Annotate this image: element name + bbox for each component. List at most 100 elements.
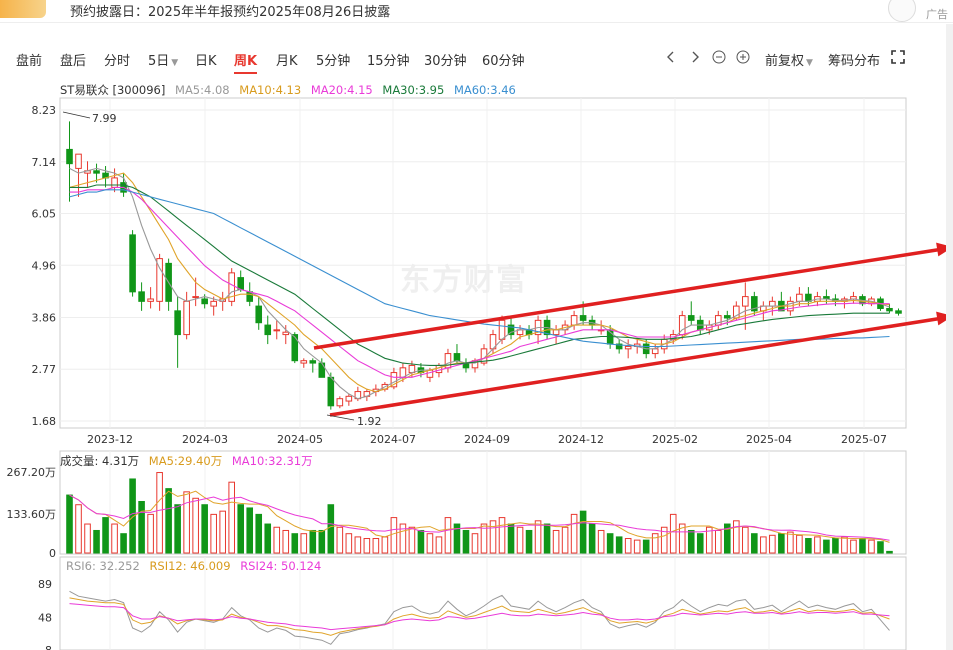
candle-down [255,305,263,324]
x-tick-label: 2025-04 [746,433,792,446]
x-tick-label: 2024-03 [182,433,228,446]
rsi6-value: RSI6: 32.252 [66,559,140,573]
volume-bar-up [156,472,163,554]
volume-bar-up [345,533,353,554]
volume-bar-down [507,523,515,554]
low-pointer [326,414,355,421]
volume-legend: 成交量: 4.31万 MA5:29.40万 MA10:32.31万 [60,453,319,469]
volume-bar-up [733,520,740,554]
rsi-axis-label: 8 [45,644,52,650]
volume-bar-down [93,529,100,554]
volume-bar-up [444,517,452,554]
candle-up [498,319,506,340]
candle-up [345,395,353,402]
volume-bar-up [633,539,641,554]
volume-bar-up [336,526,344,554]
volume-bar-down [696,533,704,554]
volume-bar-down [327,504,335,554]
volume-ma5: MA5:29.40万 [148,454,223,468]
ma20-line [69,186,890,378]
volume-bar-up [624,538,632,554]
scrollbar[interactable] [946,24,953,650]
candle-down [886,307,893,312]
volume-bar-up [300,533,308,554]
low-annotation: 1.92 [357,415,382,428]
candle-up [192,296,199,299]
candle-up [273,329,281,332]
candle-up [183,300,190,336]
candle-up [300,360,308,364]
volume-bar-up [868,539,875,554]
volume-axis-label: 133.60万 [7,508,57,521]
rsi-axis-label: 48 [38,611,52,624]
volume-bar-down [642,539,650,554]
volume-bar-down [165,488,172,554]
volume-bar-up [796,534,803,554]
y-tick-label: 3.86 [32,311,57,324]
rsi-legend: RSI6: 32.252 RSI12: 46.009 RSI24: 50.124 [66,559,327,573]
x-tick-label: 2024-09 [464,433,510,446]
candle-down [264,324,272,336]
y-tick-label: 8.23 [32,104,57,117]
candle-up [75,153,82,169]
volume-bar-down [462,529,470,554]
volume-bar-up [769,534,776,554]
candle-down [579,315,587,321]
candle-down [174,310,181,336]
rsi24-line [69,603,890,631]
y-tick-label: 6.05 [32,208,57,221]
rsi24-value: RSI24: 50.124 [240,559,322,573]
volume-bar-up [354,536,362,554]
volume-bar-down [264,523,272,554]
volume-bar-up [651,533,659,554]
candle-down [687,315,695,321]
volume-bar-up [742,526,749,554]
y-tick-label: 1.68 [32,415,57,428]
volume-bar-down [805,538,812,554]
volume-bar-down [832,538,839,554]
volume-bar-up [192,497,199,554]
kline-chart[interactable]: 8.23 7.14 6.05 4.96 3.86 2.77 1.68 2023-12 2024… [0,0,953,650]
ma5-line [69,167,890,400]
volume-bar-up [228,481,235,554]
volume-axis-label: 267.20万 [7,466,57,479]
candle-up [111,177,118,188]
volume-bar-up [850,539,857,554]
volume-bar-down [309,529,317,554]
candle-down [895,310,902,314]
volume-bar-up [498,517,506,554]
x-tick-label: 2025-07 [841,433,887,446]
volume-bar-up [210,513,217,554]
volume-bar-up [111,523,118,554]
volume-bar-down [751,533,758,554]
volume-bar-down [102,517,109,554]
volume-bar-down [588,523,596,554]
candle-up [742,296,749,307]
volume-bar-up [183,491,190,554]
candle-up [769,300,776,307]
candle-down [66,148,73,165]
volume-bar-up [381,536,389,554]
candle-down [723,315,731,319]
volume-bar-up [669,513,677,554]
volume-bar-up [363,538,371,554]
volume-bar-down [859,538,866,554]
x-tick-label: 2024-12 [558,433,604,446]
volume-bar-down [120,533,127,554]
candle-up [552,329,560,336]
volume-bar-down [579,510,587,554]
volume-bar-down [823,539,830,554]
volume-ma10: MA10:32.31万 [231,454,313,468]
rsi12-line [69,597,890,636]
candle-down [129,234,136,293]
volume-bar-up [471,533,479,554]
candle-up [570,315,578,326]
y-tick-label: 4.96 [32,259,57,272]
volume-bar-up [841,536,848,554]
volume-bar-down [417,529,425,554]
volume-bar-down [66,494,73,554]
volume-bar-up [408,526,416,554]
volume-bar-up [552,529,560,554]
volume-bar-up [75,504,82,554]
candle-up [796,293,803,302]
